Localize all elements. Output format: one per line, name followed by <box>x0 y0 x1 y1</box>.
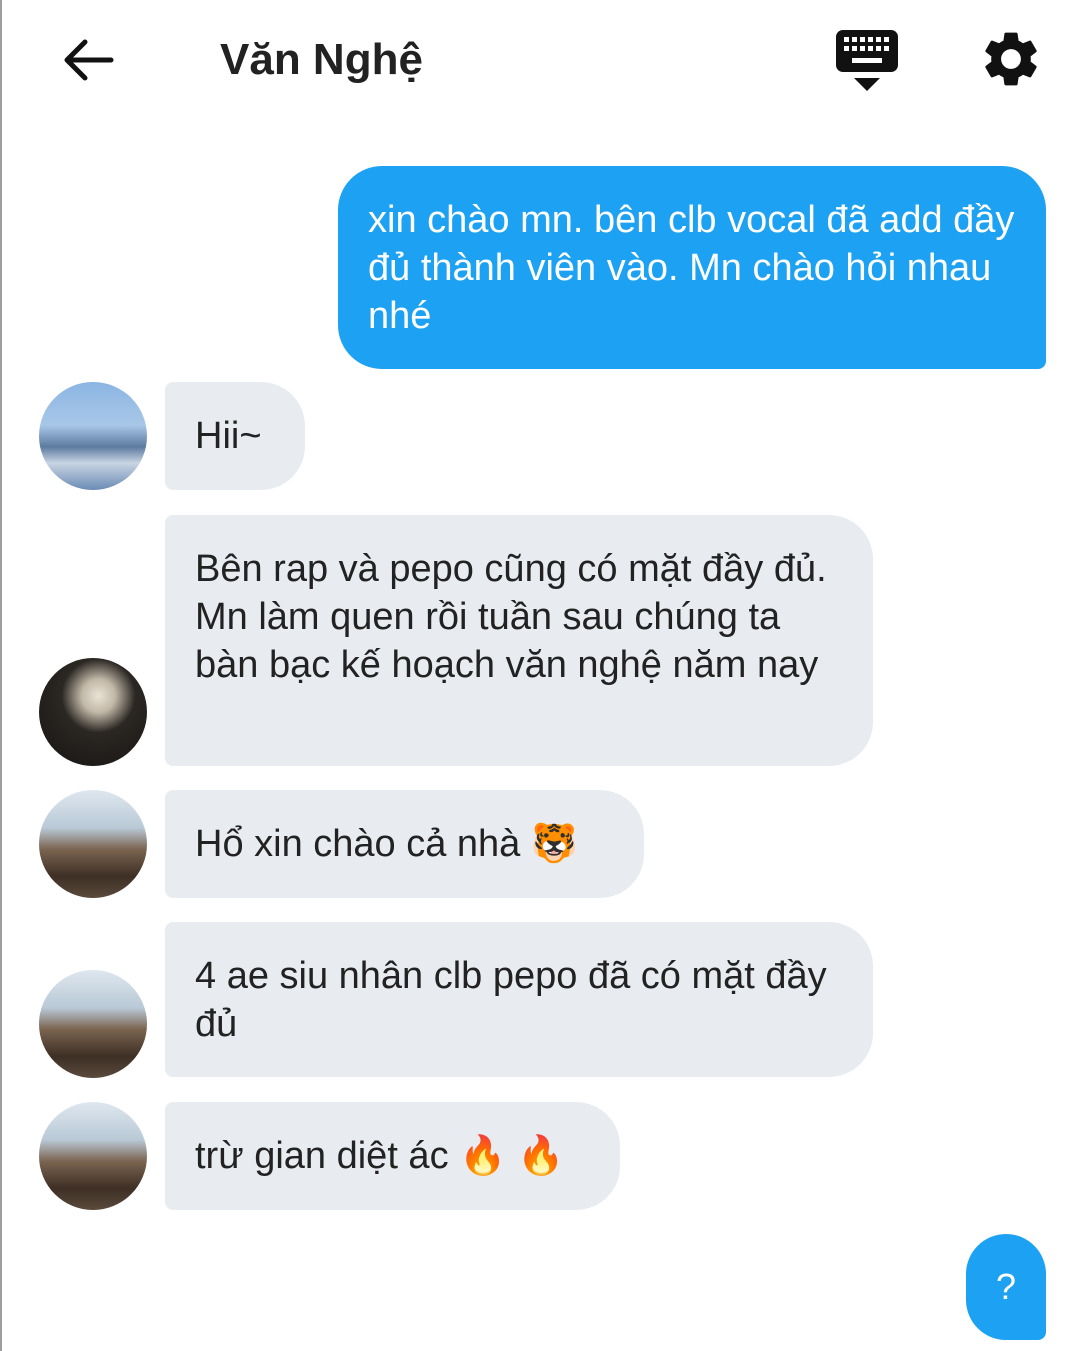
help-label: ? <box>995 1266 1017 1307</box>
help-button[interactable]: ? <box>966 1234 1046 1340</box>
avatar[interactable] <box>39 970 147 1078</box>
message-incoming[interactable]: Bên rap và pepo cũng có mặt đầy đủ. Mn l… <box>165 515 873 766</box>
back-button[interactable] <box>58 30 118 90</box>
keyboard-button[interactable] <box>834 28 900 94</box>
message-incoming[interactable]: Hii~ <box>165 382 305 490</box>
avatar[interactable] <box>39 790 147 898</box>
message-incoming[interactable]: trừ gian diệt ác 🔥 🔥 <box>165 1102 620 1210</box>
message-incoming[interactable]: Hổ xin chào cả nhà 🐯 <box>165 790 644 898</box>
message-text: Hii~ <box>195 415 262 457</box>
message-text: trừ gian diệt ác 🔥 🔥 <box>195 1135 565 1177</box>
gear-icon <box>985 32 1037 86</box>
message-incoming[interactable]: 4 ae siu nhân clb pepo đã có mặt đầy đủ <box>165 922 873 1077</box>
message-outgoing[interactable]: xin chào mn. bên clb vocal đã add đầy đủ… <box>338 166 1046 369</box>
avatar[interactable] <box>39 1102 147 1210</box>
message-text: Bên rap và pepo cũng có mặt đầy đủ. Mn l… <box>195 548 827 686</box>
keyboard-icon <box>836 30 898 91</box>
message-text: 4 ae siu nhân clb pepo đã có mặt đầy đủ <box>195 955 827 1045</box>
message-text: Hổ xin chào cả nhà 🐯 <box>195 823 579 865</box>
arrow-left-icon <box>64 39 114 81</box>
settings-button[interactable] <box>978 26 1044 92</box>
avatar[interactable] <box>39 658 147 766</box>
chat-header: Văn Nghệ <box>2 0 1080 120</box>
message-text: xin chào mn. bên clb vocal đã add đầy đủ… <box>368 199 1015 337</box>
chat-title: Văn Nghệ <box>220 35 423 84</box>
avatar[interactable] <box>39 382 147 490</box>
